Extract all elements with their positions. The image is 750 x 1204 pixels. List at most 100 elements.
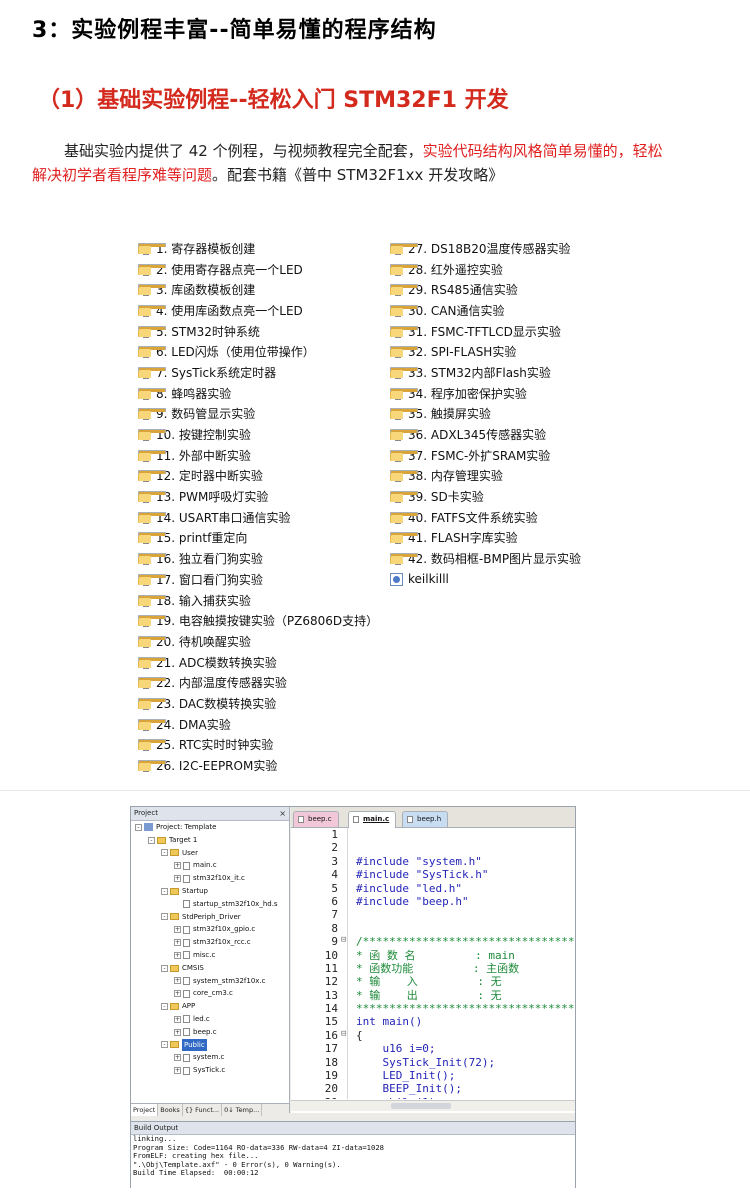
fold-toggle-icon[interactable]: ⊟ — [341, 935, 346, 945]
folder-item[interactable]: 34. 程序加密保护实验 — [390, 383, 581, 404]
folder-item[interactable]: 38. 内存管理实验 — [390, 466, 581, 487]
tree-node[interactable]: + stm32f10x_gpio.c — [131, 923, 289, 936]
code-area[interactable]: 123456789⊟10111213141516⊟1718192021 #inc… — [291, 828, 575, 1099]
tree-node[interactable]: + core_cm3.c — [131, 987, 289, 1000]
code-line[interactable]: * 输 出 : 无 — [356, 989, 575, 1002]
folder-item[interactable]: 40. FATFS文件系统实验 — [390, 507, 581, 528]
panel-tab[interactable]: 0↓ Temp... — [222, 1104, 263, 1116]
code-line[interactable]: #include "beep.h" — [356, 895, 575, 908]
folder-item[interactable]: 20. 待机唤醒实验 — [138, 631, 378, 652]
tab-beep-c[interactable]: beep.c — [293, 811, 339, 827]
expand-toggle-icon[interactable]: + — [174, 1067, 181, 1075]
folder-item[interactable]: 1. 寄存器模板创建 — [138, 238, 378, 259]
code-line[interactable]: #include "led.h" — [356, 882, 575, 895]
panel-tab[interactable]: Books — [158, 1104, 183, 1116]
fold-toggle-icon[interactable]: ⊟ — [341, 1029, 346, 1039]
expand-toggle-icon[interactable]: - — [148, 836, 155, 844]
folder-item[interactable]: 26. I2C-EEPROM实验 — [138, 755, 378, 776]
folder-item[interactable]: 42. 数码相框-BMP图片显示实验 — [390, 548, 581, 569]
code-line[interactable] — [356, 828, 575, 841]
folder-item[interactable]: 27. DS18B20温度传感器实验 — [390, 238, 581, 259]
expand-toggle-icon[interactable]: + — [174, 1015, 181, 1023]
tree-node[interactable]: + main.c — [131, 859, 289, 872]
expand-toggle-icon[interactable]: - — [161, 849, 168, 857]
folder-item[interactable]: 2. 使用寄存器点亮一个LED — [138, 259, 378, 280]
folder-item[interactable]: 5. STM32时钟系统 — [138, 321, 378, 342]
tree-node[interactable]: + system.c — [131, 1051, 289, 1064]
folder-item[interactable]: 4. 使用库函数点亮一个LED — [138, 300, 378, 321]
code-line[interactable]: BEEP_Init(); — [356, 1082, 575, 1095]
code-line[interactable]: while(1) — [356, 1096, 575, 1099]
folder-item[interactable]: 7. SysTick系统定时器 — [138, 362, 378, 383]
tree-node[interactable]: + beep.c — [131, 1026, 289, 1039]
folder-item[interactable]: 21. ADC模数转换实验 — [138, 652, 378, 673]
folder-item[interactable]: 12. 定时器中断实验 — [138, 466, 378, 487]
horizontal-scrollbar[interactable] — [291, 1100, 575, 1111]
folder-item[interactable]: 23. DAC数模转换实验 — [138, 693, 378, 714]
folder-item[interactable]: 17. 窗口看门狗实验 — [138, 569, 378, 590]
folder-item[interactable]: 30. CAN通信实验 — [390, 300, 581, 321]
tree-node[interactable]: + system_stm32f10x.c — [131, 975, 289, 988]
tree-node[interactable]: + stm32f10x_it.c — [131, 872, 289, 885]
close-icon[interactable]: × — [279, 807, 286, 820]
expand-toggle-icon[interactable]: - — [161, 913, 168, 921]
expand-toggle-icon[interactable]: + — [174, 977, 181, 985]
expand-toggle-icon[interactable]: - — [161, 1003, 168, 1011]
folder-item[interactable]: 36. ADXL345传感器实验 — [390, 424, 581, 445]
folder-item[interactable]: 35. 触摸屏实验 — [390, 404, 581, 425]
folder-item[interactable]: 14. USART串口通信实验 — [138, 507, 378, 528]
code-line[interactable]: int main() — [356, 1015, 575, 1028]
folder-item[interactable]: 31. FSMC-TFTLCD显示实验 — [390, 321, 581, 342]
keil-file-item[interactable]: keilkilll — [390, 569, 581, 590]
folder-item[interactable]: 32. SPI-FLASH实验 — [390, 341, 581, 362]
scrollbar-thumb[interactable] — [391, 1103, 451, 1109]
panel-tab[interactable]: Project — [131, 1104, 159, 1116]
folder-item[interactable]: 11. 外部中断实验 — [138, 445, 378, 466]
folder-item[interactable]: 13. PWM呼吸灯实验 — [138, 486, 378, 507]
expand-toggle-icon[interactable]: + — [174, 862, 181, 870]
folder-item[interactable]: 15. printf重定向 — [138, 528, 378, 549]
tree-node[interactable]: + SysTick.c — [131, 1064, 289, 1077]
code-line[interactable]: #include "SysTick.h" — [356, 868, 575, 881]
code-line[interactable]: * 函 数 名 : main — [356, 949, 575, 962]
expand-toggle-icon[interactable]: + — [174, 1054, 181, 1062]
tree-node[interactable]: startup_stm32f10x_hd.s — [131, 898, 289, 911]
folder-item[interactable]: 22. 内部温度传感器实验 — [138, 672, 378, 693]
code-line[interactable]: u16 i=0; — [356, 1042, 575, 1055]
tree-node[interactable]: - Target 1 — [131, 834, 289, 847]
folder-item[interactable]: 18. 输入捕获实验 — [138, 590, 378, 611]
tab-beep-h[interactable]: beep.h — [402, 811, 449, 827]
expand-toggle-icon[interactable]: + — [174, 951, 181, 959]
code-line[interactable]: #include "system.h" — [356, 855, 575, 868]
code-line[interactable] — [356, 841, 575, 854]
expand-toggle-icon[interactable]: - — [161, 964, 168, 972]
expand-toggle-icon[interactable]: - — [135, 823, 142, 831]
code-text[interactable]: #include "system.h" #include "SysTick.h" #… — [356, 828, 575, 1099]
folder-item[interactable]: 25. RTC实时时钟实验 — [138, 735, 378, 756]
code-line[interactable]: * 输 入 : 无 — [356, 975, 575, 988]
panel-tab[interactable]: {} Funct... — [183, 1104, 223, 1116]
folder-item[interactable]: 3. 库函数模板创建 — [138, 279, 378, 300]
tab-main-c[interactable]: main.c — [348, 811, 397, 828]
code-line[interactable]: * 函数功能 : 主函数 — [356, 962, 575, 975]
expand-toggle-icon[interactable]: - — [161, 1041, 168, 1049]
tree-node[interactable]: - Project: Template — [131, 821, 289, 834]
folder-item[interactable]: 24. DMA实验 — [138, 714, 378, 735]
expand-toggle-icon[interactable]: - — [161, 887, 168, 895]
code-line[interactable]: LED_Init(); — [356, 1069, 575, 1082]
folder-item[interactable]: 19. 电容触摸按键实验（PZ6806D支持） — [138, 610, 378, 631]
tree-node[interactable]: + led.c — [131, 1013, 289, 1026]
tree-node[interactable]: - Public — [131, 1038, 289, 1052]
tree-node[interactable]: - StdPeriph_Driver — [131, 911, 289, 924]
folder-item[interactable]: 28. 红外遥控实验 — [390, 259, 581, 280]
code-line[interactable]: { — [356, 1029, 575, 1042]
folder-item[interactable]: 8. 蜂鸣器实验 — [138, 383, 378, 404]
tree-node[interactable]: + misc.c — [131, 949, 289, 962]
expand-toggle-icon[interactable]: + — [174, 990, 181, 998]
folder-item[interactable]: 33. STM32内部Flash实验 — [390, 362, 581, 383]
expand-toggle-icon[interactable]: + — [174, 939, 181, 947]
folder-item[interactable]: 6. LED闪烁（使用位带操作） — [138, 341, 378, 362]
folder-item[interactable]: 37. FSMC-外扩SRAM实验 — [390, 445, 581, 466]
tree-node[interactable]: + stm32f10x_rcc.c — [131, 936, 289, 949]
code-line[interactable]: /*********************************** — [356, 935, 575, 948]
